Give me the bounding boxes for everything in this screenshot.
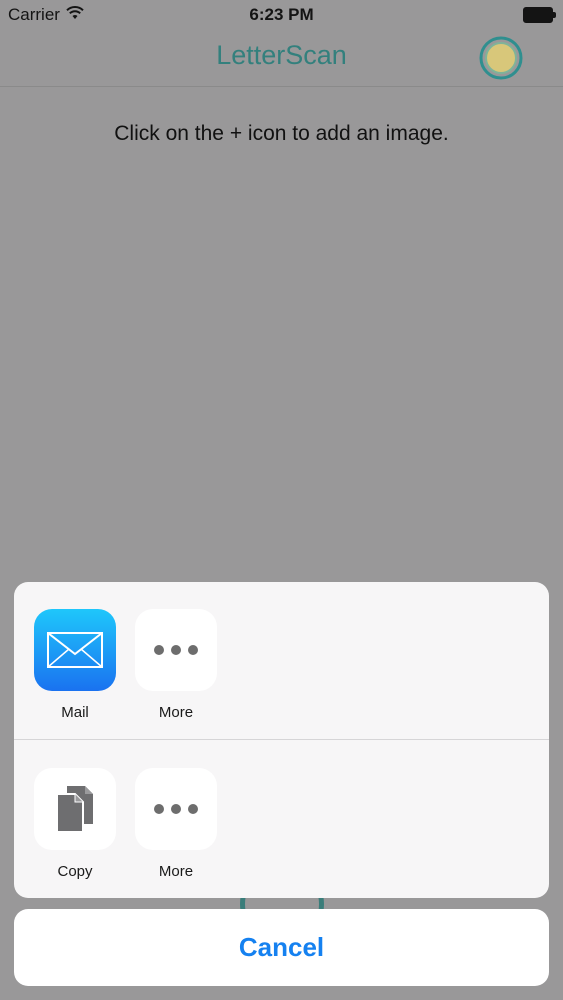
- copy-button[interactable]: Copy: [33, 768, 117, 880]
- share-mail-label: Mail: [61, 704, 89, 721]
- share-more-button[interactable]: More: [134, 609, 218, 721]
- more-icon: [135, 768, 217, 850]
- status-time: 6:23 PM: [249, 5, 314, 24]
- mail-icon: [34, 609, 116, 691]
- share-row: Mail More: [14, 582, 549, 740]
- cancel-button[interactable]: Cancel: [14, 909, 549, 986]
- sheet-divider: [14, 739, 549, 740]
- app-logo-icon[interactable]: [479, 36, 523, 80]
- battery-icon: [523, 7, 556, 23]
- share-more-label: More: [158, 704, 194, 721]
- copy-label: Copy: [57, 863, 93, 880]
- more-icon: [135, 609, 217, 691]
- status-right: [523, 7, 556, 23]
- action-more-label: More: [158, 863, 194, 880]
- empty-state-hint: Click on the + icon to add an image.: [114, 122, 449, 145]
- action-more-button[interactable]: More: [134, 768, 218, 880]
- copy-icon: [34, 768, 116, 850]
- status-bar: Carrier 6:23 PM: [0, 0, 563, 30]
- action-row: Copy More: [14, 741, 549, 898]
- share-mail-button[interactable]: Mail: [33, 609, 117, 721]
- navigation-bar: LetterScan: [0, 30, 563, 87]
- screen: Carrier 6:23 PM LetterScan Click on the …: [0, 0, 563, 1000]
- share-sheet: Mail More Copy More: [14, 582, 549, 898]
